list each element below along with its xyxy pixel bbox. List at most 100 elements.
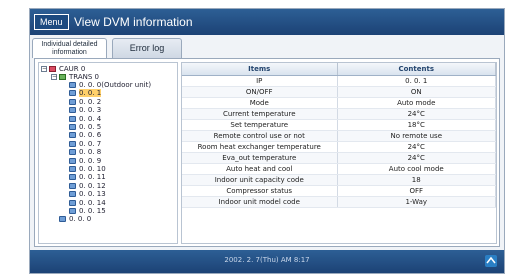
tree-node-unit[interactable]: 0. 0. 1 bbox=[69, 89, 102, 98]
table-row: Auto heat and cool Auto cool mode bbox=[182, 163, 496, 175]
indoor-unit-icon bbox=[69, 149, 76, 156]
table-row: ON/OFF ON bbox=[182, 86, 496, 98]
table-row: Eva_out temperature 24°C bbox=[182, 152, 496, 164]
tree-node-unit[interactable]: 0. 0. 3 bbox=[69, 106, 101, 114]
tree-node-label: 0. 0. 8 bbox=[79, 148, 102, 157]
tree-node-unit[interactable]: 0. 0. 4 bbox=[69, 115, 101, 123]
content-cell: 24°C bbox=[337, 152, 496, 164]
tree-node-unit[interactable]: 0. 0. 6 bbox=[69, 131, 101, 139]
content-cell: 1-Way bbox=[337, 196, 496, 208]
item-cell: Room heat exchanger temperature bbox=[182, 141, 338, 153]
tree-node-label: 0. 0. 15 bbox=[79, 207, 106, 215]
tree-node-label: 0. 0. 13 bbox=[79, 190, 106, 199]
content-cell: OFF bbox=[337, 185, 496, 197]
indoor-unit-icon bbox=[69, 182, 76, 189]
tree-node-label: 0. 0. 12 bbox=[79, 181, 106, 190]
table-row: Remote control use or not No remote use bbox=[182, 130, 496, 142]
content-cell: 24°C bbox=[337, 141, 496, 153]
network-logo-icon bbox=[485, 255, 497, 267]
tree-node-unit[interactable]: 0. 0. 11 bbox=[69, 173, 106, 181]
tree-node-unit[interactable]: 0. 0. 8 bbox=[69, 148, 101, 156]
status-bar: 2002. 2. 7(Thu) AM 8:17 bbox=[30, 250, 504, 273]
item-cell: Indoor unit model code bbox=[182, 196, 338, 208]
indoor-unit-icon bbox=[69, 140, 76, 147]
tree-node-unit[interactable]: 0. 0. 12 bbox=[69, 182, 106, 190]
column-header-contents: Contents bbox=[337, 63, 496, 76]
indoor-unit-icon bbox=[69, 132, 76, 139]
indoor-unit-icon bbox=[69, 90, 76, 97]
collapse-icon[interactable]: − bbox=[51, 74, 57, 80]
tree-node-label: 0. 0. 5 bbox=[79, 123, 102, 131]
status-datetime: 2002. 2. 7(Thu) AM 8:17 bbox=[224, 256, 310, 264]
title-bar: Menu View DVM information bbox=[30, 9, 504, 35]
table-row: Set temperature 18°C bbox=[182, 119, 496, 131]
tree-node-label: 0. 0. 0 bbox=[69, 215, 92, 224]
content-panel: − CAUR 0 − TRANS 0 0. 0. 0(Outdoor unit)… bbox=[34, 58, 500, 247]
info-table: Items Contents IP 0. 0. 1 ON/OFF ON Mode Auto… bbox=[182, 63, 496, 208]
tree-node-unit[interactable]: 0. 0. 10 bbox=[69, 165, 106, 173]
transmitter-icon bbox=[59, 74, 66, 80]
content-cell: 18 bbox=[337, 174, 496, 186]
controller-icon bbox=[49, 66, 56, 72]
indoor-unit-icon bbox=[69, 208, 76, 214]
item-cell: Current temperature bbox=[182, 108, 338, 120]
item-cell: Set temperature bbox=[182, 119, 338, 131]
tree-node-label: 0. 0. 14 bbox=[79, 198, 106, 207]
unit-tree: − CAUR 0 − TRANS 0 0. 0. 0(Outdoor unit)… bbox=[38, 62, 178, 244]
content-cell: 24°C bbox=[337, 108, 496, 120]
tree-node-unit[interactable]: 0. 0. 9 bbox=[69, 157, 101, 165]
indoor-unit-icon bbox=[69, 174, 76, 181]
table-row: Mode Auto mode bbox=[182, 97, 496, 109]
tree-node-unit[interactable]: 0. 0. 15 bbox=[69, 207, 106, 215]
tree-node-label: 0. 0. 9 bbox=[79, 156, 102, 165]
tree-node-unit[interactable]: 0. 0. 14 bbox=[69, 199, 106, 207]
tree-node-label: CAUR 0 bbox=[59, 65, 86, 73]
tree-node-unit[interactable]: 0. 0. 0(Outdoor unit) bbox=[69, 81, 151, 89]
content-cell: 18°C bbox=[337, 119, 496, 131]
tree-node-unit[interactable]: 0. 0. 7 bbox=[69, 140, 101, 148]
info-table-panel: Items Contents IP 0. 0. 1 ON/OFF ON Mode Auto… bbox=[181, 62, 497, 244]
content-cell: Auto cool mode bbox=[337, 163, 496, 175]
tab-individual-detailed-information[interactable]: Individual detailed information bbox=[32, 38, 107, 58]
tab-error-log[interactable]: Error log bbox=[112, 38, 182, 58]
tree-node-label: 0. 0. 1 bbox=[79, 89, 102, 98]
content-cell: 0. 0. 1 bbox=[337, 75, 496, 87]
tree-node-label: 0. 0. 7 bbox=[79, 139, 102, 148]
tree-node-trans[interactable]: TRANS 0 bbox=[59, 73, 99, 81]
tab-bar: Individual detailed information Error lo… bbox=[32, 38, 502, 58]
tree-node-unit[interactable]: 0. 0. 0 bbox=[59, 215, 91, 223]
table-row: Indoor unit capacity code 18 bbox=[182, 174, 496, 186]
table-row: Room heat exchanger temperature 24°C bbox=[182, 141, 496, 153]
item-cell: ON/OFF bbox=[182, 86, 338, 98]
tree-node-unit[interactable]: 0. 0. 13 bbox=[69, 190, 106, 198]
content-cell: No remote use bbox=[337, 130, 496, 142]
window-title: View DVM information bbox=[74, 15, 193, 29]
item-cell: Auto heat and cool bbox=[182, 163, 338, 175]
menu-button[interactable]: Menu bbox=[34, 14, 69, 30]
tree-node-label: 0. 0. 3 bbox=[79, 106, 102, 115]
item-cell: Remote control use or not bbox=[182, 130, 338, 142]
content-cell: Auto mode bbox=[337, 97, 496, 109]
indoor-unit-icon bbox=[69, 124, 76, 130]
indoor-unit-icon bbox=[69, 115, 76, 122]
item-cell: Mode bbox=[182, 97, 338, 109]
tree-node-unit[interactable]: 0. 0. 5 bbox=[69, 123, 101, 131]
collapse-icon[interactable]: − bbox=[41, 66, 47, 72]
item-cell: Compressor status bbox=[182, 185, 338, 197]
table-header-row: Items Contents bbox=[182, 63, 496, 76]
tree-node-label: TRANS 0 bbox=[69, 73, 100, 81]
indoor-unit-icon bbox=[69, 199, 76, 206]
tree-node-label: 0. 0. 11 bbox=[79, 173, 106, 182]
column-header-items: Items bbox=[182, 63, 338, 76]
indoor-unit-icon bbox=[69, 107, 76, 114]
indoor-unit-icon bbox=[69, 82, 76, 88]
tree-node-label: 0. 0. 0(Outdoor unit) bbox=[79, 81, 152, 89]
dvm-window: Menu View DVM information Individual det… bbox=[29, 8, 505, 274]
table-row: Compressor status OFF bbox=[182, 185, 496, 197]
table-row: Current temperature 24°C bbox=[182, 108, 496, 120]
indoor-unit-icon bbox=[69, 157, 76, 164]
tree-node-label: 0. 0. 4 bbox=[79, 114, 102, 123]
indoor-unit-icon bbox=[59, 216, 66, 223]
tree-node-root[interactable]: CAUR 0 bbox=[49, 65, 85, 73]
tree-node-unit[interactable]: 0. 0. 2 bbox=[69, 98, 101, 106]
